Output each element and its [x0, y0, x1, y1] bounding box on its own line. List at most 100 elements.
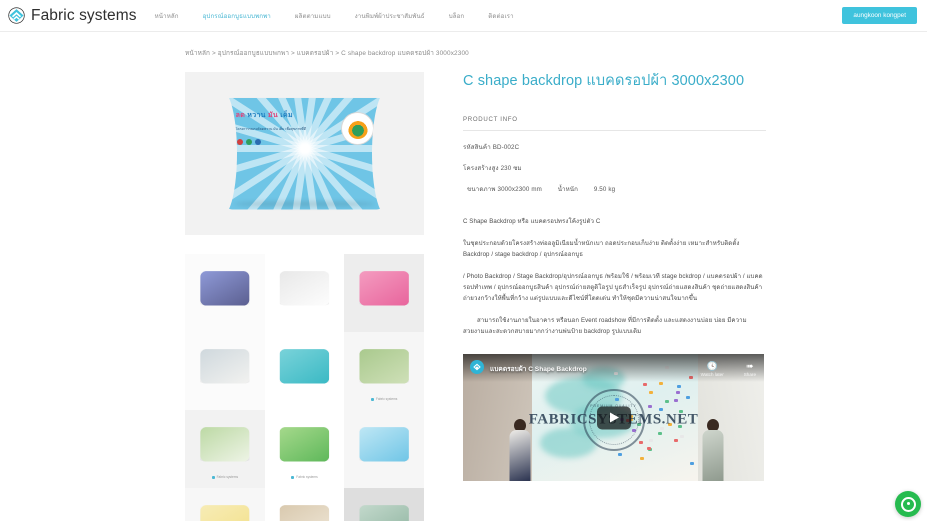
sticker-graphic	[680, 435, 684, 438]
social-dot-icon	[237, 139, 243, 145]
thumbnail-8[interactable]: Fabric systems	[265, 410, 345, 488]
sticker-graphic	[690, 462, 694, 465]
thumbnail-5[interactable]	[265, 332, 345, 410]
sticker-graphic	[668, 423, 672, 426]
hero-social-icons	[237, 139, 261, 145]
fabric-systems-avatar-icon	[472, 362, 482, 372]
sticker-graphic	[648, 405, 652, 408]
product-details: C shape backdrop แบคดรอปผ้า 3000x2300 PR…	[463, 72, 766, 521]
thumbnail-image	[280, 427, 329, 461]
nav-item-portable-booth[interactable]: อุปกรณ์ออกบูธแบบพกพา	[203, 11, 271, 21]
social-dot-icon	[246, 139, 252, 145]
chat-widget-button[interactable]	[895, 491, 921, 517]
thumbnail-3[interactable]	[344, 254, 424, 332]
sticker-graphic	[640, 457, 644, 460]
sticker-graphic	[632, 429, 636, 432]
nav-item-fabric-printing[interactable]: งานพิมพ์ผ้าประชาสัมพันธ์	[355, 11, 425, 21]
product-info-label: PRODUCT INFO	[463, 116, 766, 123]
sticker-graphic	[658, 432, 662, 435]
thumbnail-image	[359, 427, 408, 461]
sticker-graphic	[660, 427, 664, 430]
share-button[interactable]: ➠ Share	[744, 361, 756, 377]
person-left	[507, 419, 533, 481]
nav-item-blog[interactable]: บล็อก	[449, 11, 465, 21]
sticker-graphic	[679, 410, 683, 413]
hero-curve-right	[372, 91, 399, 216]
backdrop-graphic: ลด หวาน มัน เค็ม โครงการรณรงค์ลดหวาน มัน…	[221, 98, 389, 210]
brand-name: Fabric systems	[31, 7, 137, 25]
sticker-graphic	[618, 453, 622, 456]
desc-paragraph-1: C Shape Backdrop หรือ แบคดรอปทรงโค้งรูปต…	[463, 216, 766, 227]
nav-item-home[interactable]: หน้าหลัก	[155, 11, 179, 21]
sticker-graphic	[676, 391, 680, 394]
hero-product-image[interactable]: ลด หวาน มัน เค็ม โครงการรณรงค์ลดหวาน มัน…	[185, 72, 424, 235]
play-icon	[610, 413, 619, 423]
thumbnail-10[interactable]	[185, 488, 265, 521]
divider	[463, 130, 766, 131]
thumbnail-12[interactable]	[344, 488, 424, 521]
hero-seal-inner	[348, 119, 368, 139]
video-actions: 🕓 Watch later ➠ Share	[701, 360, 756, 377]
thumbnail-image	[200, 271, 249, 305]
sticker-graphic	[647, 447, 651, 450]
nav-item-contact[interactable]: ติดต่อเรา	[488, 11, 513, 21]
brand-logo[interactable]: Fabric systems	[8, 7, 137, 25]
person-body	[703, 430, 724, 481]
sticker-graphic	[678, 425, 682, 428]
clock-icon: 🕓	[701, 361, 724, 371]
play-button[interactable]	[597, 406, 631, 429]
sticker-graphic	[677, 385, 681, 388]
product-gallery: ลด หวาน มัน เค็ม โครงการรณรงค์ลดหวาน มัน…	[185, 72, 424, 521]
spec-weight-label: น้ำหนัก	[558, 186, 578, 193]
hero-subline: โครงการรณรงค์ลดหวาน มัน เค็ม เพื่อสุขภาพ…	[236, 127, 306, 132]
thumbnail-image	[280, 349, 329, 383]
thumbnail-6[interactable]: Fabric systems	[344, 332, 424, 410]
spec-weight-value: 9.50 kg	[594, 186, 615, 193]
caption-logo-icon	[291, 476, 294, 479]
sticker-graphic	[659, 408, 663, 411]
desc-paragraph-2: ในชุดประกอบด้วยโครงสร้างท่ออลูมิเนียมน้ำ…	[463, 238, 766, 260]
sticker-graphic	[637, 423, 641, 426]
product-description: C Shape Backdrop หรือ แบคดรอปทรงโค้งรูปต…	[463, 216, 766, 337]
sticker-graphic	[639, 441, 643, 444]
desc-paragraph-4: สามารถใช้งานภายในอาคาร หรือนอก Event roa…	[463, 315, 766, 337]
page-content: ลด หวาน มัน เค็ม โครงการรณรงค์ลดหวาน มัน…	[0, 58, 927, 521]
spec-size-weight: ขนาดภาพ 3000x2300 mm น้ำหนัก 9.50 kg	[463, 184, 766, 194]
share-arrow-icon: ➠	[744, 361, 756, 371]
thumbnail-9[interactable]	[344, 410, 424, 488]
map-graphic	[540, 428, 596, 458]
thumbnail-4[interactable]	[185, 332, 265, 410]
caption-logo-icon	[212, 476, 215, 479]
thumbnail-image	[280, 271, 329, 305]
sticker-graphic	[686, 396, 690, 399]
watch-later-button[interactable]: 🕓 Watch later	[701, 361, 724, 377]
youtube-video-embed[interactable]: PREMIUM QUALITY FABRICSYSTEMS.NET แบคดรอ…	[463, 354, 764, 481]
nav-item-custom-made[interactable]: ผลิตตามแบบ	[295, 11, 331, 21]
sticker-graphic	[649, 439, 653, 442]
hero-seal-logo	[342, 113, 373, 144]
desc-paragraph-3: / Photo Backdrop / Stage Backdrop/อุปกรณ…	[463, 271, 766, 304]
thumbnail-11[interactable]	[265, 488, 345, 521]
sticker-graphic	[674, 439, 678, 442]
breadcrumb[interactable]: หน้าหลัก > อุปกรณ์ออกบูธแบบพกพา > แบคดรอ…	[0, 32, 927, 58]
sticker-graphic	[643, 383, 647, 386]
thumbnail-caption: Fabric systems	[185, 475, 265, 479]
channel-avatar-icon[interactable]	[470, 360, 484, 374]
hero-shadow	[234, 201, 375, 207]
hero-curve-left	[210, 91, 237, 216]
thumbnail-2[interactable]	[265, 254, 345, 332]
sticker-graphic	[649, 391, 653, 394]
account-button[interactable]: aungkoon kongpet	[842, 7, 917, 24]
spec-height: โครงสร้างสูง 230 ซม	[463, 163, 766, 173]
person-right	[700, 419, 726, 481]
sticker-graphic	[665, 400, 669, 403]
hero-stage: ลด หวาน มัน เค็ม โครงการรณรงค์ลดหวาน มัน…	[221, 98, 389, 210]
youtube-top-bar: แบคดรอบผ้า C Shape Backdrop 🕓 Watch late…	[463, 354, 764, 382]
video-title[interactable]: แบคดรอบผ้า C Shape Backdrop	[490, 360, 587, 374]
thumbnail-image	[280, 505, 329, 521]
thumbnail-image	[200, 427, 249, 461]
sticker-graphic	[674, 399, 678, 402]
thumbnail-7[interactable]: Fabric systems	[185, 410, 265, 488]
thumbnail-1[interactable]	[185, 254, 265, 332]
main-nav: หน้าหลัก อุปกรณ์ออกบูธแบบพกพา ผลิตตามแบบ…	[155, 11, 843, 21]
